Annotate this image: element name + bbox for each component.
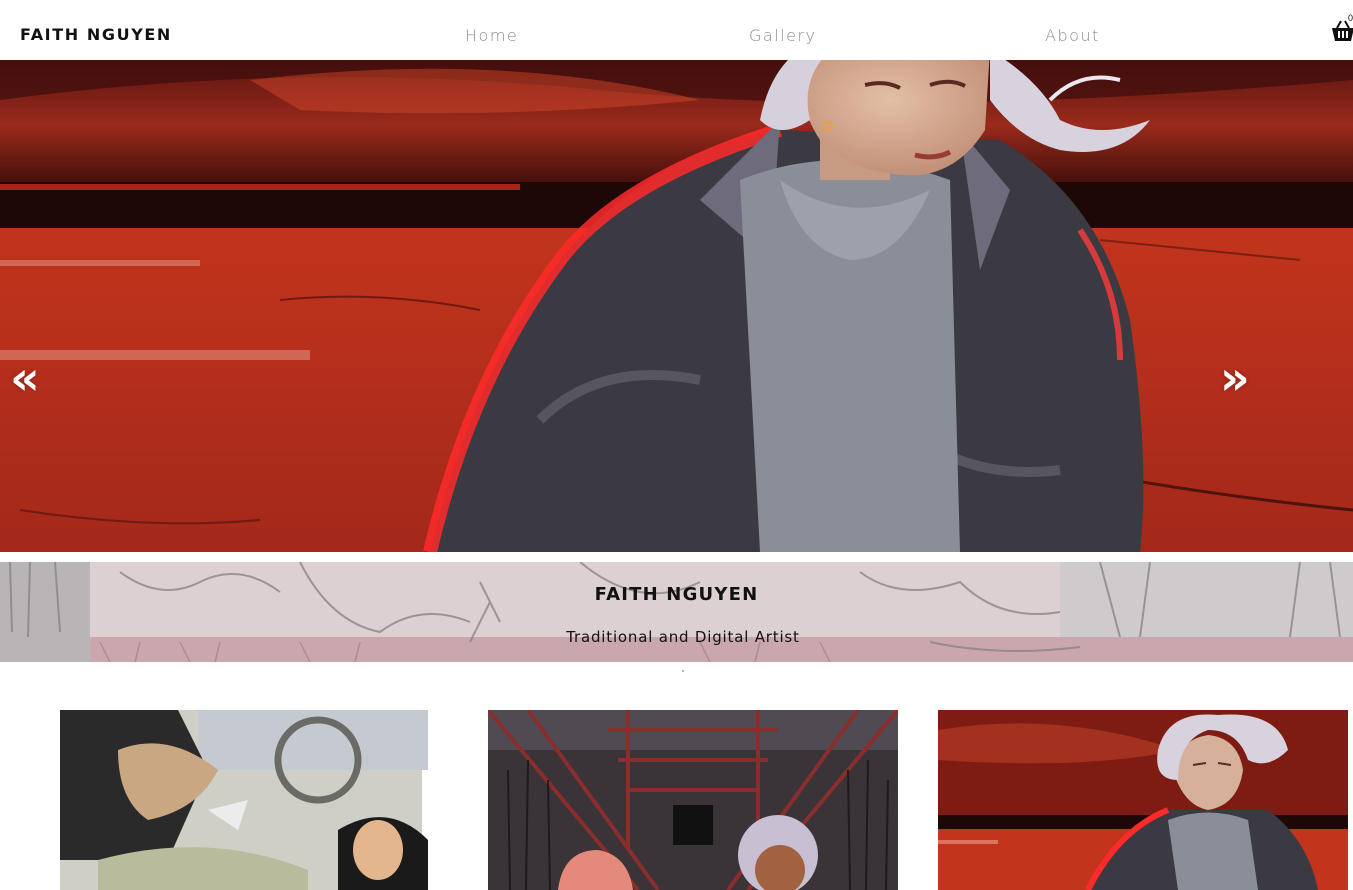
banner-title: FAITH NGUYEN — [594, 584, 759, 605]
hero-artwork-image — [0, 60, 1353, 552]
artwork-car-scene-image — [58, 710, 448, 890]
artist-banner: FAITH NGUYEN Traditional and Digital Art… — [0, 562, 1353, 662]
gallery-item-bridge-scene[interactable] — [488, 710, 898, 890]
gallery-item-car-scene[interactable] — [58, 710, 448, 890]
nav-about-link[interactable]: About — [1045, 26, 1100, 45]
chevron-double-right-icon[interactable]: » — [1220, 355, 1250, 401]
nav-gallery-link[interactable]: Gallery — [749, 26, 816, 45]
cart-count-badge: 0 — [1348, 13, 1353, 23]
site-brand[interactable]: FAITH NGUYEN — [20, 25, 172, 44]
artwork-bridge-scene-image — [488, 710, 898, 890]
slider-indicator-dot — [682, 670, 684, 672]
top-navbar: FAITH NGUYEN Home Gallery About 0 — [0, 0, 1353, 60]
hero-slider: « » — [0, 60, 1353, 552]
nav-home-link[interactable]: Home — [465, 26, 518, 45]
chevron-double-left-icon[interactable]: « — [10, 355, 40, 401]
banner-subtitle: Traditional and Digital Artist — [566, 628, 800, 646]
banner-sketch-background — [0, 562, 1353, 662]
gallery-item-red-field-portrait[interactable] — [938, 710, 1348, 890]
artwork-red-field-portrait-image — [938, 710, 1348, 890]
